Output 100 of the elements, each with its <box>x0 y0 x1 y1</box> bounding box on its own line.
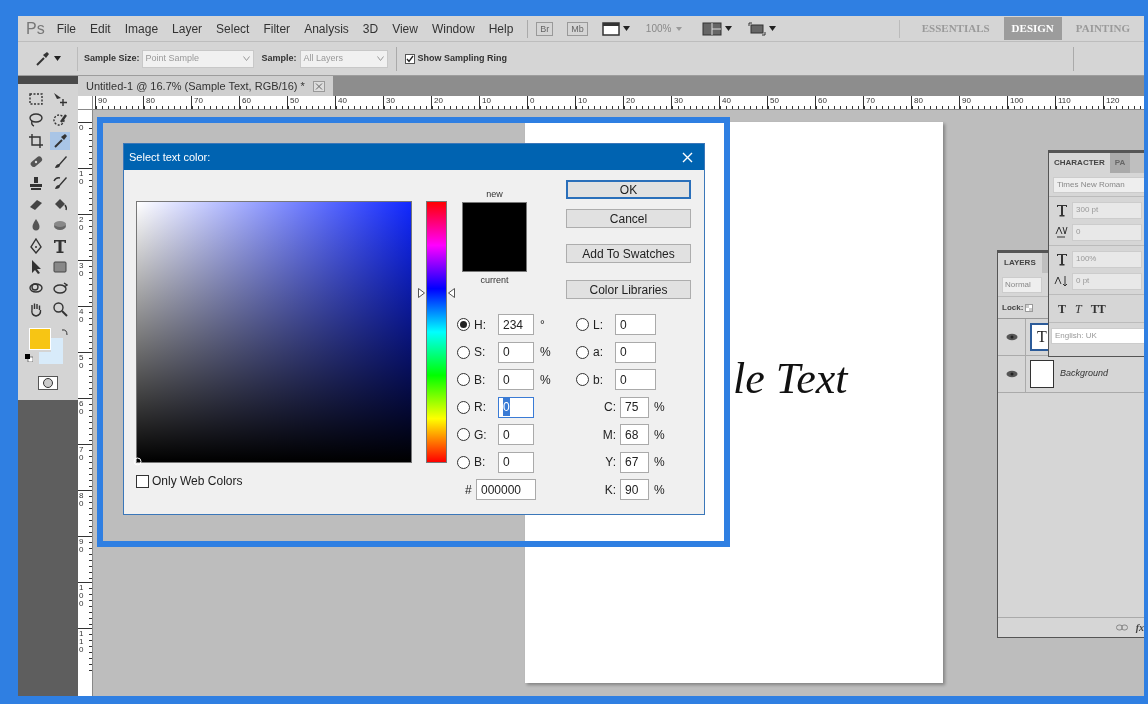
document-tab[interactable]: Untitled-1 @ 16.7% (Sample Text, RGB/16) * <box>78 76 333 96</box>
number-field[interactable]: 0 <box>498 341 534 363</box>
rectangle-icon[interactable] <box>50 258 70 276</box>
tracking-icon <box>1054 225 1068 239</box>
number-field[interactable]: 67 <box>620 451 649 473</box>
radio-button[interactable] <box>457 455 470 469</box>
number-field[interactable]: 75 <box>620 396 649 418</box>
dialog-button[interactable]: Cancel <box>566 209 691 228</box>
swatch-label: current <box>480 274 509 286</box>
search-icon[interactable] <box>50 300 70 318</box>
ruler-label: 80 <box>914 96 923 105</box>
ruler-label: 90 <box>79 538 85 554</box>
field-label: a: <box>593 344 604 362</box>
checkbox[interactable] <box>404 53 415 64</box>
menu-item[interactable]: 3D <box>362 19 379 38</box>
menu-item[interactable]: Layer <box>172 19 203 38</box>
radio-button[interactable] <box>457 345 470 359</box>
caret-icon <box>725 26 733 31</box>
radio-button[interactable] <box>457 400 470 414</box>
text-style-button[interactable]: T <box>1058 299 1066 318</box>
ruler-label: 30 <box>79 262 85 278</box>
lock-transparency-icon[interactable] <box>1025 303 1034 312</box>
launcher-button[interactable]: Br <box>536 21 554 36</box>
unit-label: % <box>540 371 551 389</box>
number-field[interactable]: 0 <box>498 369 534 391</box>
panel-tab[interactable]: CHARACTER <box>1049 153 1110 173</box>
text-style-button[interactable]: TT <box>1090 299 1105 318</box>
number-field[interactable]: 0 <box>498 451 534 473</box>
menu-item[interactable]: Analysis <box>304 19 349 38</box>
number-field[interactable]: 0 <box>498 396 534 418</box>
number-field[interactable]: 0 <box>498 424 534 446</box>
lasso-icon[interactable] <box>26 111 46 129</box>
slider-arrow-icon[interactable] <box>418 287 425 298</box>
ruler-label: 50 <box>79 354 85 370</box>
default-colors-icon[interactable] <box>25 354 33 362</box>
launcher-button[interactable]: Mb <box>567 21 588 36</box>
radio-button[interactable] <box>576 373 589 387</box>
field-label: S: <box>474 344 487 362</box>
ruler-label: 30 <box>674 96 683 105</box>
ruler-label: 50 <box>290 96 299 105</box>
menu-item[interactable]: Select <box>216 19 250 38</box>
checkbox[interactable] <box>136 474 149 488</box>
foreground-swatch[interactable] <box>29 328 51 350</box>
eyedropper-icon[interactable] <box>34 50 50 67</box>
hue-strip[interactable] <box>426 201 447 463</box>
number-field[interactable]: 90 <box>620 479 649 501</box>
ruler-label: 0 <box>79 124 85 132</box>
screen-mode-icon[interactable] <box>748 21 767 36</box>
slider-arrow-icon[interactable] <box>448 287 455 298</box>
menu-item[interactable]: Help <box>488 19 514 38</box>
ruler-label: 100 <box>1010 96 1024 105</box>
fx-button[interactable]: fx <box>1135 620 1144 635</box>
number-field[interactable]: 0 <box>615 314 656 336</box>
marquee-icon[interactable] <box>26 90 46 108</box>
eye-icon[interactable] <box>1005 333 1018 341</box>
history-brush-icon[interactable] <box>50 174 70 192</box>
ruler-label: 40 <box>722 96 731 105</box>
menu-item[interactable]: View <box>392 19 418 38</box>
menu-item[interactable]: Window <box>431 19 475 38</box>
window-icon[interactable] <box>601 21 620 36</box>
ruler-label: 20 <box>79 216 85 232</box>
number-field[interactable]: 68 <box>620 424 649 446</box>
number-field[interactable]: 0 <box>615 369 656 391</box>
panel-tab[interactable]: LAYERS <box>998 253 1042 273</box>
dialog-button[interactable]: Add To Swatches <box>566 244 691 263</box>
radio-button[interactable] <box>457 373 470 387</box>
arrange-icon[interactable] <box>702 21 723 36</box>
radio-button[interactable] <box>457 428 470 442</box>
radio-button[interactable] <box>576 345 589 359</box>
eye-icon[interactable] <box>1005 370 1018 378</box>
dialog-button[interactable]: Color Libraries <box>566 280 691 299</box>
field-label: B: <box>474 371 487 389</box>
orbit-3d-icon[interactable] <box>50 279 70 297</box>
caret-icon <box>769 26 777 31</box>
crop-icon[interactable] <box>26 132 46 150</box>
radio-button[interactable] <box>457 318 470 332</box>
eyedropper-icon[interactable] <box>50 132 70 150</box>
menu-item[interactable]: File <box>56 19 76 38</box>
new-color-swatch <box>462 202 527 237</box>
field-label: H: <box>474 316 487 334</box>
field-label: M: <box>601 426 617 444</box>
ok-button[interactable]: OK <box>566 180 691 199</box>
menu-item[interactable]: Edit <box>90 19 111 38</box>
color-field[interactable] <box>136 201 412 463</box>
menu-item[interactable]: Filter <box>263 19 291 38</box>
canvas-text: le Text <box>733 353 848 405</box>
menu-item[interactable]: Image <box>124 19 159 38</box>
vertical-scale-icon <box>1054 252 1068 266</box>
number-field[interactable]: 000000 <box>476 479 536 501</box>
quick-mask-icon[interactable] <box>38 376 58 390</box>
checkbox-label: Show Sampling Ring <box>417 51 508 65</box>
background-swatch[interactable] <box>39 338 63 364</box>
radio-button[interactable] <box>576 318 589 332</box>
ruler-corner[interactable] <box>78 96 93 110</box>
field-label: G: <box>474 426 488 444</box>
quick-select-icon[interactable] <box>50 111 70 129</box>
text-style-button[interactable]: T <box>1075 299 1082 318</box>
ruler-label: 10 <box>578 96 587 105</box>
number-field[interactable]: 0 <box>615 341 656 363</box>
number-field[interactable]: 234 <box>498 314 534 336</box>
